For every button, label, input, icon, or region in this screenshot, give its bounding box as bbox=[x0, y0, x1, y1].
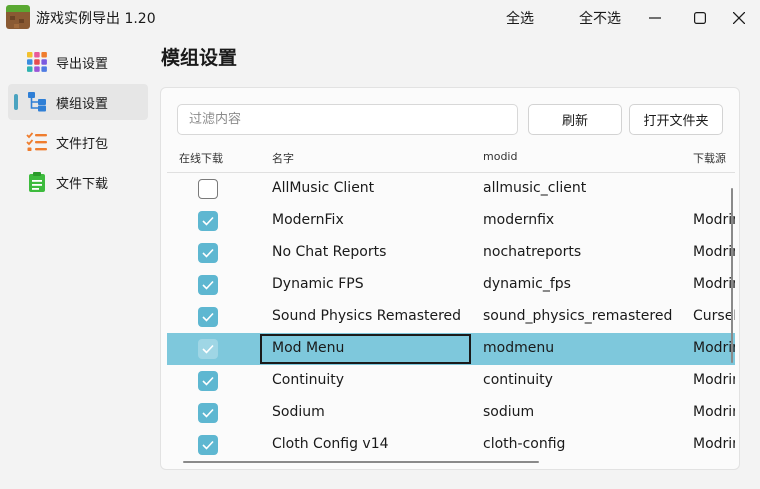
column-header-source[interactable]: 下载源 bbox=[693, 150, 726, 166]
sidebar-item-mod-settings[interactable]: 模组设置 bbox=[8, 84, 148, 120]
maximize-icon bbox=[694, 12, 706, 24]
sidebar-item-file-download[interactable]: 文件下载 bbox=[8, 164, 148, 200]
clipboard-icon bbox=[26, 171, 48, 193]
page-title: 模组设置 bbox=[161, 47, 238, 69]
cell-modid: cloth-config bbox=[483, 436, 566, 452]
table-row[interactable]: AllMusic Client allmusic_client bbox=[167, 173, 735, 205]
title-bar: 游戏实例导出 1.20 全选 全不选 bbox=[0, 0, 760, 36]
table-row[interactable]: Sound Physics Remastered sound_physics_re… bbox=[167, 301, 735, 333]
table-row[interactable]: ModernFix modernfix Modrinth bbox=[167, 205, 735, 237]
checkmark-icon bbox=[202, 344, 214, 354]
online-download-checkbox[interactable] bbox=[198, 371, 218, 391]
cell-name: Cloth Config v14 bbox=[272, 436, 389, 452]
cell-source: Modrinth bbox=[693, 212, 735, 228]
column-header-online-download[interactable]: 在线下载 bbox=[179, 150, 223, 166]
grid-icon bbox=[26, 51, 48, 73]
online-download-checkbox[interactable] bbox=[198, 275, 218, 295]
table-row[interactable]: No Chat Reports nochatreports Modrinth bbox=[167, 237, 735, 269]
cell-name: Sodium bbox=[272, 404, 325, 420]
app-icon bbox=[6, 5, 30, 29]
cell-name: ModernFix bbox=[272, 212, 344, 228]
sidebar-item-label: 导出设置 bbox=[56, 56, 109, 72]
checkmark-icon bbox=[202, 280, 214, 290]
mod-settings-card: 刷新 打开文件夹 在线下载 名字 modid 下载源 AllMusic Clie… bbox=[160, 87, 740, 470]
select-none-button[interactable]: 全不选 bbox=[579, 8, 621, 28]
cell-source: CurseForge bbox=[693, 308, 735, 324]
online-download-checkbox[interactable] bbox=[198, 179, 218, 199]
cell-name: Mod Menu bbox=[272, 340, 345, 356]
hierarchy-icon bbox=[26, 91, 48, 113]
cell-modid: sound_physics_remastered bbox=[483, 308, 673, 324]
column-header-modid[interactable]: modid bbox=[483, 150, 517, 163]
table-row[interactable]: Dynamic FPS dynamic_fps Modrinth bbox=[167, 269, 735, 301]
maximize-button[interactable] bbox=[685, 4, 715, 32]
checkmark-icon bbox=[202, 408, 214, 418]
checkmark-icon bbox=[202, 440, 214, 450]
cell-name: No Chat Reports bbox=[272, 244, 387, 260]
checkmark-icon bbox=[202, 376, 214, 386]
window-title: 游戏实例导出 1.20 bbox=[36, 11, 156, 27]
minimize-icon bbox=[649, 17, 661, 19]
mod-table-body: AllMusic Client allmusic_client ModernFix m… bbox=[167, 173, 735, 459]
checkmark-icon bbox=[202, 216, 214, 226]
cell-source: Modrinth bbox=[693, 436, 735, 452]
online-download-checkbox[interactable] bbox=[198, 435, 218, 455]
cell-modid: continuity bbox=[483, 372, 553, 388]
sidebar-item-export-settings[interactable]: 导出设置 bbox=[8, 44, 148, 80]
cell-source: Modrinth bbox=[693, 404, 735, 420]
checklist-icon bbox=[26, 131, 48, 153]
online-download-checkbox[interactable] bbox=[198, 403, 218, 423]
table-row[interactable]: Continuity continuity Modrinth bbox=[167, 365, 735, 397]
cell-modid: nochatreports bbox=[483, 244, 582, 260]
horizontal-scrollbar[interactable] bbox=[183, 461, 539, 463]
sidebar-item-label: 文件打包 bbox=[56, 136, 109, 152]
cell-modid: dynamic_fps bbox=[483, 276, 571, 292]
close-button[interactable] bbox=[724, 4, 754, 32]
cell-name: Dynamic FPS bbox=[272, 276, 364, 292]
online-download-checkbox[interactable] bbox=[198, 243, 218, 263]
table-row[interactable]: Cloth Config v14 cloth-config Modrinth bbox=[167, 429, 735, 459]
cell-name: Sound Physics Remastered bbox=[272, 308, 462, 324]
cell-modid: allmusic_client bbox=[483, 180, 587, 196]
checkmark-icon bbox=[202, 312, 214, 322]
cell-modid: modmenu bbox=[483, 340, 555, 356]
refresh-button[interactable]: 刷新 bbox=[528, 104, 622, 135]
table-row[interactable]: Sodium sodium Modrinth bbox=[167, 397, 735, 429]
table-row[interactable]: Mod Menu modmenu Modrinth bbox=[167, 333, 735, 365]
sidebar: 导出设置 模组设置 文件打包 文件下载 bbox=[8, 44, 148, 204]
checkmark-icon bbox=[202, 248, 214, 258]
cell-name: AllMusic Client bbox=[272, 180, 375, 196]
online-download-checkbox[interactable] bbox=[198, 211, 218, 231]
sidebar-item-label: 文件下载 bbox=[56, 176, 109, 192]
cell-source: Modrinth bbox=[693, 276, 735, 292]
cell-modid: sodium bbox=[483, 404, 535, 420]
filter-input[interactable] bbox=[177, 104, 518, 135]
cell-source: Modrinth bbox=[693, 244, 735, 260]
online-download-checkbox[interactable] bbox=[198, 339, 218, 359]
cell-name: Continuity bbox=[272, 372, 345, 388]
cell-source: Modrinth bbox=[693, 340, 735, 356]
open-folder-button[interactable]: 打开文件夹 bbox=[629, 104, 723, 135]
select-all-button[interactable]: 全选 bbox=[506, 8, 534, 28]
online-download-checkbox[interactable] bbox=[198, 307, 218, 327]
cell-modid: modernfix bbox=[483, 212, 555, 228]
sidebar-item-file-packing[interactable]: 文件打包 bbox=[8, 124, 148, 160]
close-icon bbox=[733, 12, 745, 24]
column-header-name[interactable]: 名字 bbox=[272, 150, 294, 166]
minimize-button[interactable] bbox=[640, 4, 670, 32]
sidebar-item-label: 模组设置 bbox=[56, 96, 109, 112]
vertical-scrollbar[interactable] bbox=[731, 188, 733, 363]
cell-source: Modrinth bbox=[693, 372, 735, 388]
